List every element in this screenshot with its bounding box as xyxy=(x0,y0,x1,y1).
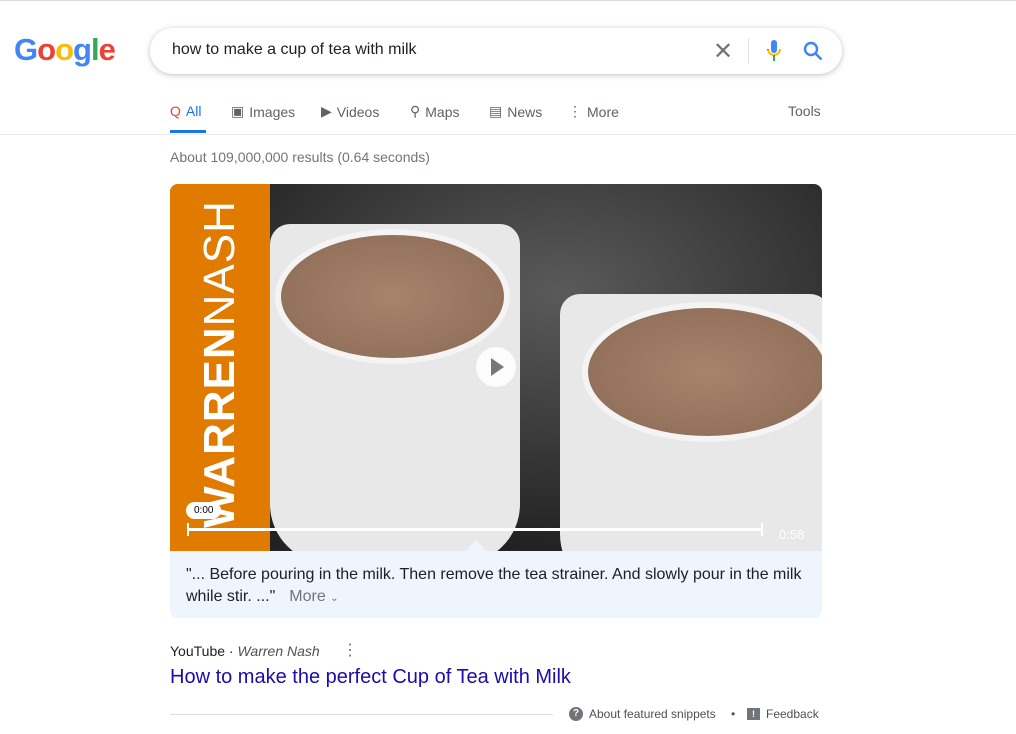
more-label: More xyxy=(289,588,326,605)
tab-more[interactable]: ⋮ More xyxy=(568,103,619,120)
tea-image xyxy=(275,229,510,364)
tools-label: Tools xyxy=(788,103,821,119)
tab-label: Images xyxy=(249,103,296,120)
more-vert-icon: ⋮ xyxy=(568,103,582,119)
search-box[interactable]: how to make a cup of tea with milk ✕ xyxy=(150,28,842,74)
play-button[interactable] xyxy=(476,347,516,387)
help-icon: ? xyxy=(569,707,583,721)
tea-image xyxy=(582,302,822,442)
tab-images[interactable]: ▣ Images xyxy=(231,103,295,120)
tab-label: Videos xyxy=(336,103,380,120)
feedback-label: Feedback xyxy=(766,707,819,721)
more-button[interactable]: More ⌄ xyxy=(289,588,338,605)
source-name: YouTube xyxy=(170,643,226,659)
divider xyxy=(0,134,1016,135)
author-name: Warren Nash xyxy=(237,643,320,659)
result-stats: About 109,000,000 results (0.64 seconds) xyxy=(170,149,430,165)
news-icon: ▤ xyxy=(489,103,503,119)
clear-icon[interactable]: ✕ xyxy=(713,37,733,66)
channel-banner: WARRENNASH xyxy=(170,184,270,551)
microphone-icon[interactable] xyxy=(767,40,781,62)
tools-button[interactable]: Tools xyxy=(788,103,821,119)
video-duration: 0:58 xyxy=(779,527,805,542)
video-progress-bar[interactable] xyxy=(187,523,763,536)
video-player[interactable]: WARRENNASH 0:00 0:58 xyxy=(170,184,822,551)
active-tab-indicator xyxy=(170,130,206,133)
search-icon: Q xyxy=(170,103,181,119)
image-icon: ▣ xyxy=(231,103,245,119)
google-logo[interactable]: Google xyxy=(14,32,116,68)
result-source: YouTube · Warren Nash xyxy=(170,643,320,659)
bullet: • xyxy=(731,707,736,721)
about-label: About featured snippets xyxy=(589,707,716,721)
tab-maps[interactable]: ⚲ Maps xyxy=(410,103,460,120)
about-featured-snippets-link[interactable]: ? About featured snippets xyxy=(569,707,716,721)
channel-logo-text: WARRENNASH xyxy=(195,200,244,528)
search-input[interactable]: how to make a cup of tea with milk xyxy=(172,41,417,59)
current-time: 0:00 xyxy=(186,502,222,519)
tab-label: News xyxy=(507,103,543,120)
snippet-text: "... Before pouring in the milk. Then re… xyxy=(186,566,802,605)
tab-label: All xyxy=(185,103,202,119)
feedback-link[interactable]: ! Feedback xyxy=(747,707,819,721)
divider xyxy=(748,38,749,64)
video-icon: ▶ xyxy=(321,103,332,119)
divider xyxy=(170,714,553,715)
featured-snippet: "... Before pouring in the milk. Then re… xyxy=(170,551,822,618)
snippet-pointer xyxy=(466,540,486,551)
tab-label: More xyxy=(587,103,619,120)
map-pin-icon: ⚲ xyxy=(410,103,421,119)
tab-label: Maps xyxy=(425,103,460,120)
top-border xyxy=(0,0,1016,1)
search-icon[interactable] xyxy=(802,40,824,62)
feedback-icon: ! xyxy=(747,708,760,720)
tab-videos[interactable]: ▶ Videos xyxy=(321,103,379,120)
result-title-link[interactable]: How to make the perfect Cup of Tea with … xyxy=(170,666,571,689)
more-options-icon[interactable]: ⋮ xyxy=(342,640,358,660)
tab-news[interactable]: ▤ News xyxy=(489,103,542,120)
tab-all[interactable]: Q All xyxy=(170,103,201,119)
chevron-down-icon: ⌄ xyxy=(330,593,339,604)
